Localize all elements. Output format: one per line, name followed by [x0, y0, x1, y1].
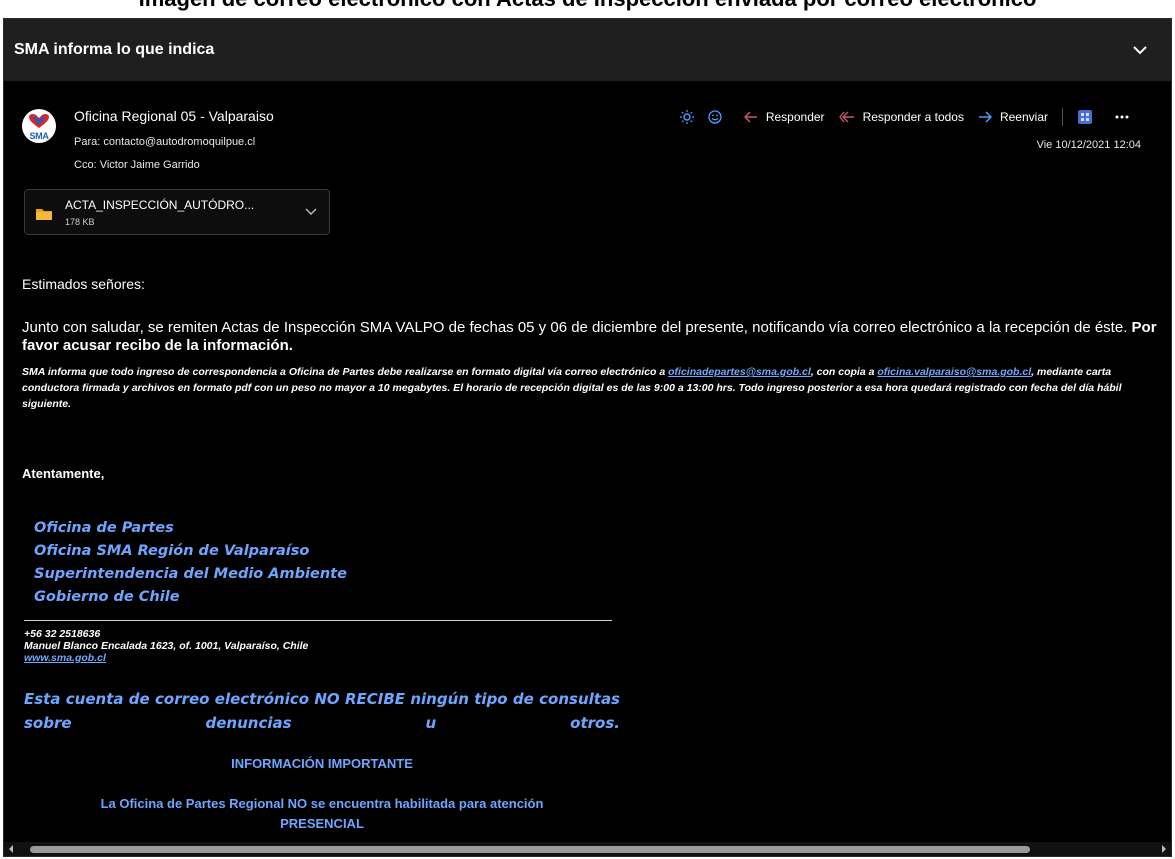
horizontal-scrollbar[interactable] — [4, 842, 1171, 856]
forward-icon — [978, 111, 992, 123]
email-header: SMA Oficina Regional 05 - Valparaiso Par… — [4, 81, 1171, 181]
reply-label: Responder — [765, 110, 825, 124]
sma-logo-avatar — [29, 113, 49, 128]
action-toolbar: Responder Responder a todos Reenviar — [679, 108, 1137, 126]
info-line-2: PRESENCIAL — [280, 816, 364, 831]
reply-all-label: Responder a todos — [862, 110, 964, 124]
sender-name[interactable]: Oficina Regional 05 - Valparaiso — [74, 108, 274, 124]
attachment-dropdown-icon[interactable] — [305, 208, 317, 216]
address: Manuel Blanco Encalada 1623, of. 1001, V… — [24, 640, 309, 652]
signature-block: Oficina de Partes Oficina SMA Región de … — [34, 517, 347, 609]
info-line-1: La Oficina de Partes Regional NO se encu… — [100, 796, 544, 811]
emoji-button[interactable] — [708, 110, 730, 124]
more-button[interactable] — [1115, 115, 1137, 119]
email-date: Vie 10/12/2021 12:04 — [1036, 139, 1141, 151]
to-line: Para: contacto@autodromoquilpue.cl — [74, 136, 255, 148]
to-address[interactable]: contacto@autodromoquilpue.cl — [103, 136, 255, 148]
toolbar-divider — [1062, 108, 1063, 126]
sma-notice: SMA informa que todo ingreso de correspo… — [22, 364, 1164, 412]
oficinadepartes-link[interactable]: oficinadepartes@sma.gob.cl — [668, 366, 811, 378]
more-icon — [1115, 115, 1129, 119]
avatar-text: SMA — [29, 131, 49, 141]
closing: Atentamente, — [22, 466, 105, 481]
forward-button[interactable]: Reenviar — [978, 110, 1048, 124]
contact-block: +56 32 2518636 Manuel Blanco Encalada 16… — [24, 628, 308, 664]
attachment-size: 178 KB — [65, 217, 95, 227]
subject-bar: SMA informa lo que indica — [4, 19, 1171, 81]
greeting: Estimados señores: — [22, 276, 145, 292]
signature-line-4: Gobierno de Chile — [34, 589, 180, 605]
reply-all-icon — [838, 111, 854, 123]
cc-line: Cco: Victor Jaime Garrido — [74, 159, 200, 171]
attachment-name: ACTA_INSPECCIÓN_AUTÓDRO... — [65, 198, 255, 212]
attachment-card[interactable]: ACTA_INSPECCIÓN_AUTÓDRO... 178 KB — [24, 189, 330, 235]
email-subject: SMA informa lo que indica — [14, 41, 215, 58]
chevron-down-icon[interactable] — [1131, 41, 1149, 59]
phone: +56 32 2518636 — [24, 628, 101, 640]
info-text: La Oficina de Partes Regional NO se encu… — [24, 794, 620, 834]
teams-icon — [1078, 110, 1092, 124]
notice-text-1: SMA informa que todo ingreso de correspo… — [22, 366, 669, 378]
paragraph-text: Junto con saludar, se remiten Actas de I… — [22, 319, 1132, 336]
scrollbar-thumb[interactable] — [30, 846, 1030, 853]
sender-avatar[interactable]: SMA — [22, 109, 56, 143]
cc-address[interactable]: Victor Jaime Garrido — [100, 159, 200, 171]
to-label: Para: — [74, 136, 101, 148]
emoji-icon — [708, 110, 722, 124]
scroll-right-icon[interactable] — [1161, 844, 1167, 854]
reply-icon — [743, 111, 757, 123]
notice-text-2: , con copia a — [810, 366, 878, 378]
reply-button[interactable]: Responder — [743, 110, 825, 124]
sun-icon[interactable] — [679, 110, 694, 124]
email-reading-pane: SMA informa lo que indica SMA Oficina Re… — [3, 18, 1172, 857]
signature-line-2: Oficina SMA Región de Valparaíso — [34, 543, 310, 559]
signature-divider — [24, 620, 612, 621]
signature-line-1: Oficina de Partes — [34, 520, 174, 536]
signature-line-3: Superintendencia del Medio Ambiente — [34, 566, 347, 582]
cutoff-caption: Imagen de correo electrónico con Actas d… — [0, 0, 1175, 18]
main-paragraph: Junto con saludar, se remiten Actas de I… — [22, 319, 1162, 355]
reply-all-button[interactable]: Responder a todos — [838, 110, 964, 124]
info-title: INFORMACIÓN IMPORTANTE — [231, 756, 413, 771]
no-consultas-notice: Esta cuenta de correo electrónico NO REC… — [24, 690, 620, 732]
folder-icon — [36, 209, 52, 220]
forward-label: Reenviar — [999, 110, 1048, 124]
website-link[interactable]: www.sma.gob.cl — [24, 652, 106, 664]
oficina-valparaiso-link[interactable]: oficina.valparaiso@sma.gob.cl — [877, 366, 1031, 378]
teams-button[interactable] — [1077, 109, 1101, 125]
scroll-left-icon[interactable] — [8, 844, 14, 854]
cc-label: Cco: — [74, 159, 97, 171]
